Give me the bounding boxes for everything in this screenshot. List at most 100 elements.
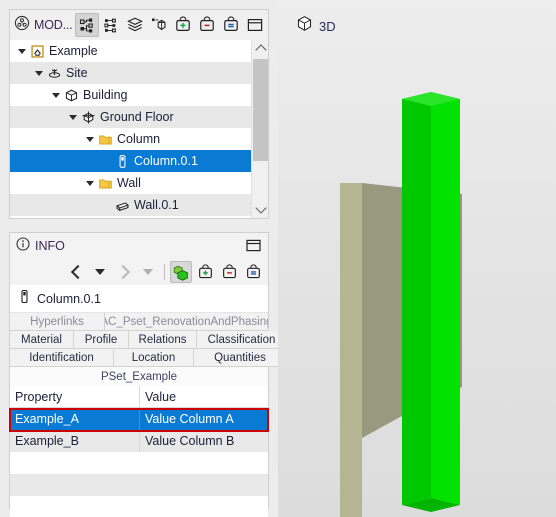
tree-item-wall[interactable]: Wall (10, 172, 251, 194)
tree-item-site[interactable]: Site (10, 62, 251, 84)
info-circle-icon (16, 236, 30, 256)
nav-forward-icon[interactable] (113, 261, 135, 283)
add-pset-icon[interactable] (194, 261, 216, 283)
expand-caret-icon[interactable] (67, 111, 79, 123)
nav-back-menu-icon[interactable] (89, 261, 111, 283)
property-name-cell[interactable]: Example_A (10, 408, 140, 430)
table-filler-row (10, 452, 268, 474)
folder-icon (97, 175, 113, 191)
info-toolbar (10, 259, 268, 285)
tree-item-label: Wall.0.1 (134, 197, 179, 212)
site-icon (46, 65, 62, 81)
expand-caret-icon[interactable] (16, 45, 28, 57)
tree-item-column-0-1[interactable]: Column.0.1 (10, 150, 251, 172)
tab-profile[interactable]: Profile (74, 331, 129, 349)
tab-ac-pset-renovationandphasing[interactable]: AC_Pset_RenovationAndPhasing (105, 313, 268, 331)
add-group-icon[interactable] (171, 13, 195, 37)
tree-item-column[interactable]: Column (10, 128, 251, 150)
property-name-cell[interactable]: Example_B (10, 430, 140, 452)
tab-identification[interactable]: Identification (10, 349, 114, 367)
tab-quantities[interactable]: Quantities (194, 349, 286, 367)
tab-row-1: Material Profile Relations Classification (10, 331, 286, 349)
info-panel-title: INFO (35, 239, 65, 253)
tab-location[interactable]: Location (114, 349, 194, 367)
tab-material[interactable]: Material (10, 331, 74, 349)
edit-group-icon[interactable] (219, 13, 243, 37)
nav-forward-menu-icon[interactable] (137, 261, 159, 283)
geometry-column[interactable] (402, 92, 460, 512)
select-element-icon[interactable] (170, 261, 192, 283)
scrollbar-thumb[interactable] (253, 59, 268, 161)
expand-caret-icon[interactable] (50, 89, 62, 101)
tree-indent-spacer (101, 155, 113, 167)
toolbar-divider (164, 264, 165, 280)
wall-icon (114, 197, 130, 213)
nav-back-icon[interactable] (65, 261, 87, 283)
storey-icon (80, 109, 96, 125)
property-value-cell[interactable]: Value Column A (140, 408, 268, 430)
property-row[interactable]: Example_B Value Column B (10, 430, 268, 452)
info-tab-rows: Hyperlinks AC_Pset_RenovationAndPhasing Ma… (10, 313, 286, 367)
tab-classification[interactable]: Classification (197, 331, 286, 349)
remove-pset-icon[interactable] (218, 261, 240, 283)
column-header-property: Property (10, 386, 140, 407)
model-toolbar: MOD... (10, 10, 268, 40)
info-panel-header: INFO (10, 233, 268, 259)
expand-caret-icon[interactable] (84, 177, 96, 189)
info-element-name: Column.0.1 (37, 291, 101, 306)
panel-dock-icon[interactable] (245, 237, 262, 259)
model-tree-panel: MOD... Example Site Building Ground Floo… (9, 9, 269, 219)
tab-hyperlinks[interactable]: Hyperlinks (10, 313, 105, 331)
tree-item-label: Column (117, 131, 161, 146)
tree-item-building[interactable]: Building (10, 84, 251, 106)
model-panel-title-text: MOD... (34, 18, 73, 32)
expand-caret-icon[interactable] (84, 133, 96, 145)
model-tree-icon (14, 15, 30, 36)
table-filler-row (10, 474, 268, 496)
tree-item-label: Ground Floor (100, 109, 174, 124)
tree-item-label: Wall (117, 175, 141, 190)
pset-title: PSet_Example (10, 367, 268, 386)
tree-item-label: Site (66, 65, 88, 80)
scroll-up-icon[interactable] (252, 40, 268, 57)
expand-caret-icon[interactable] (33, 67, 45, 79)
tree-item-label: Example (49, 43, 98, 58)
column-icon (18, 289, 31, 309)
tree-item-ground-floor[interactable]: Ground Floor (10, 106, 251, 128)
tree-scrollbar[interactable] (251, 40, 268, 218)
tree-item-label: Building (83, 87, 128, 102)
remove-group-icon[interactable] (195, 13, 219, 37)
property-value-cell[interactable]: Value Column B (140, 430, 268, 452)
property-rows[interactable]: Example_A Value Column A Example_B Value Co… (10, 408, 268, 452)
tree-item-example[interactable]: Example (10, 40, 251, 62)
folder-icon (97, 131, 113, 147)
model-panel-title: MOD... (14, 15, 73, 36)
edit-pset-icon[interactable] (242, 261, 264, 283)
info-panel: INFO Column.0.1 Hyperlinks AC_Pset_Renov… (9, 232, 286, 517)
tree-item-wall-0-1[interactable]: Wall.0.1 (10, 194, 251, 216)
scroll-down-icon[interactable] (252, 201, 268, 218)
column-icon (114, 153, 130, 169)
property-table[interactable]: Property Value Example_A Value Column A Ex… (9, 386, 269, 517)
hierarchy-list-icon[interactable] (99, 13, 123, 37)
tab-row-0: Hyperlinks AC_Pset_RenovationAndPhasing (10, 313, 268, 331)
model-tree-body: Example Site Building Ground Floor Column Col… (10, 40, 268, 218)
panel-dock-icon[interactable] (243, 13, 267, 37)
table-empty-space (10, 452, 268, 517)
project-icon (29, 43, 45, 59)
model-tree-list[interactable]: Example Site Building Ground Floor Column Col… (10, 40, 251, 218)
building-icon (63, 87, 79, 103)
viewport-3d[interactable]: 3D (278, 0, 556, 517)
property-row[interactable]: Example_A Value Column A (10, 408, 268, 430)
table-filler-row (10, 496, 268, 517)
tree-indent-spacer (101, 199, 113, 211)
column-header-value: Value (145, 389, 177, 404)
hierarchy-flat-icon[interactable] (75, 13, 100, 37)
spatial-structure-icon[interactable] (147, 13, 171, 37)
model-geometry[interactable] (278, 0, 556, 517)
tab-relations[interactable]: Relations (129, 331, 197, 349)
table-header-row: Property Value (10, 386, 268, 408)
layers-icon[interactable] (123, 13, 147, 37)
tab-row-2: Identification Location Quantities (10, 349, 286, 367)
info-selected-element: Column.0.1 (10, 285, 268, 313)
